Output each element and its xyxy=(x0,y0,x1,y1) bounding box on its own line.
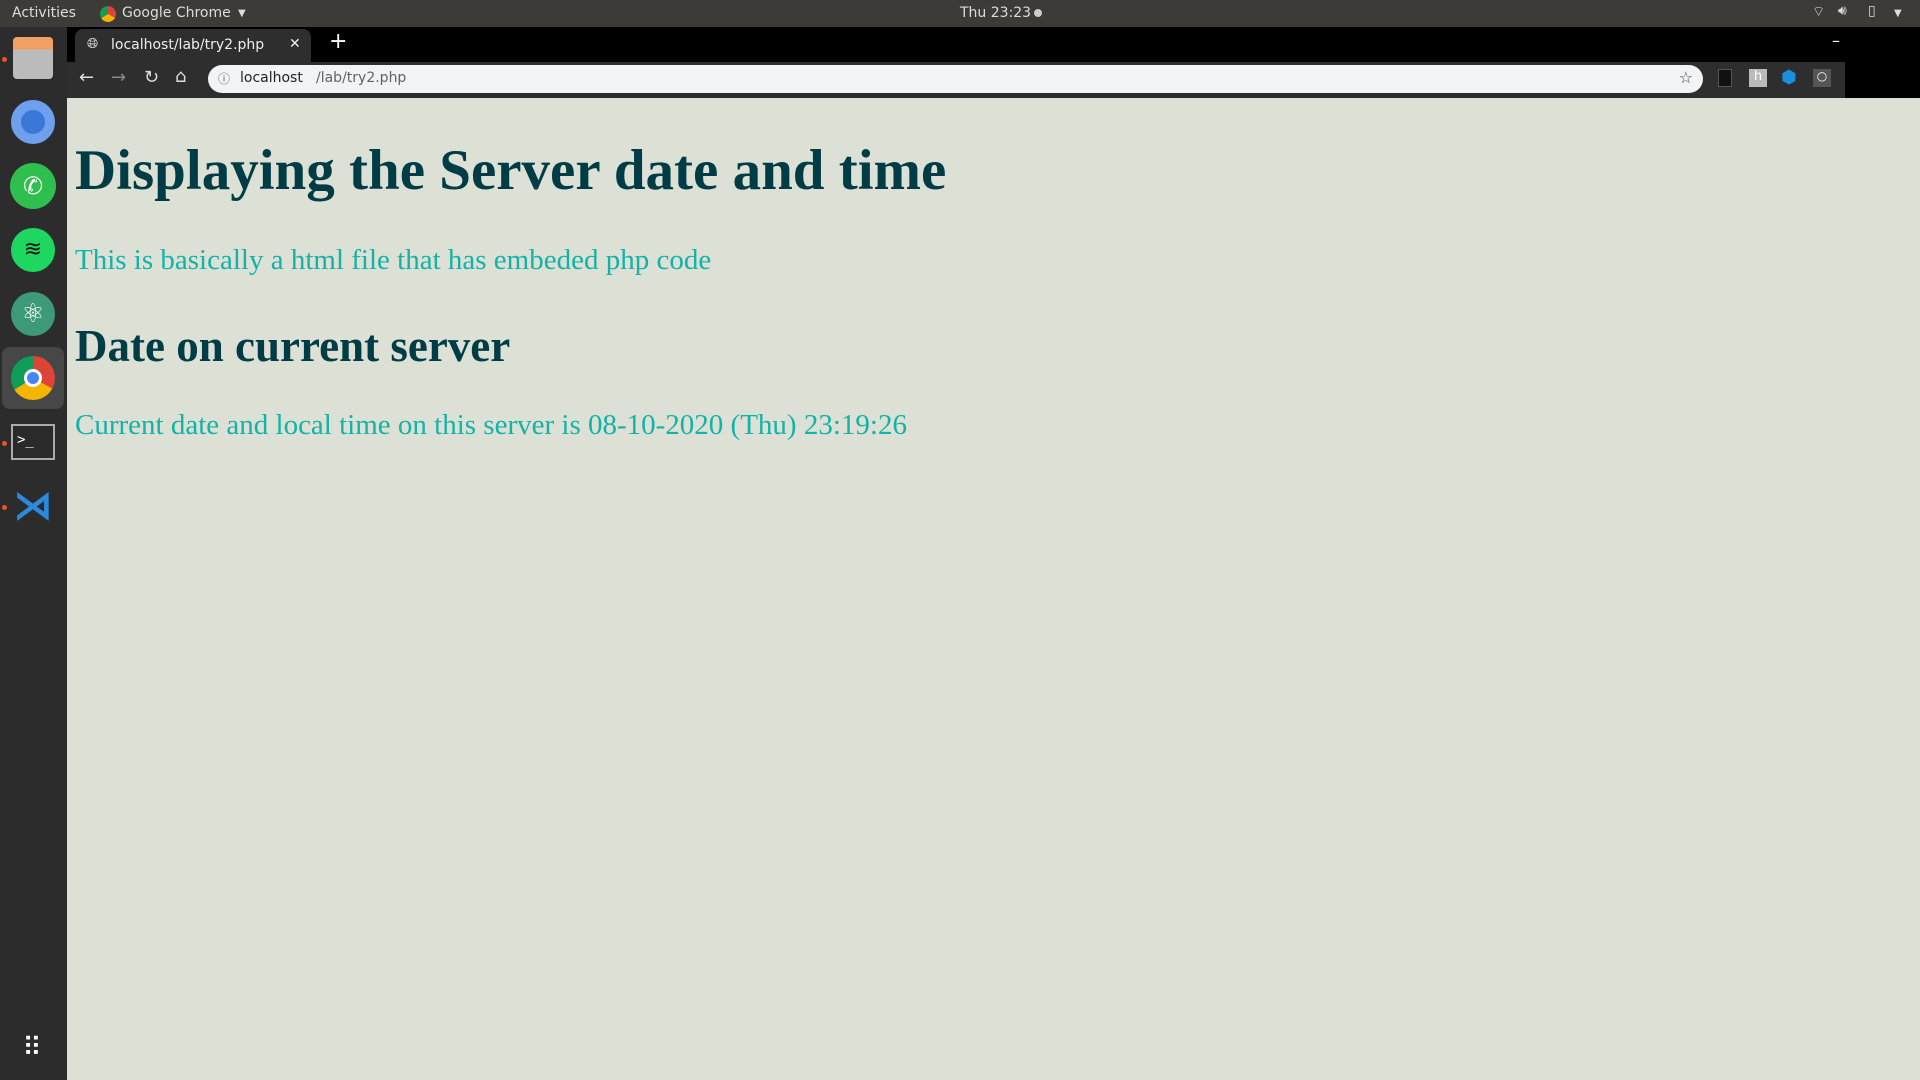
spotify-icon[interactable]: ≋ xyxy=(8,225,58,275)
whatsapp-icon[interactable]: ✆ xyxy=(8,161,58,211)
new-tab-button[interactable]: + xyxy=(329,29,347,54)
battery-icon[interactable]: ▯ xyxy=(1868,3,1876,19)
address-bar[interactable]: ⓘ localhost /lab/try2.php ☆ xyxy=(208,65,1703,93)
section-heading: Date on current server xyxy=(75,321,511,371)
globe-icon: 🌐︎ xyxy=(87,36,99,52)
google-chrome-icon[interactable] xyxy=(2,347,64,409)
clock[interactable]: Thu 23:23 xyxy=(960,5,1031,21)
app-menu[interactable]: Google Chrome xyxy=(122,5,231,21)
page-heading: Displaying the Server date and time xyxy=(75,139,947,202)
system-top-bar: Activities Google Chrome ▼ Thu 23:23 ⌔ 🔊… xyxy=(0,0,1920,27)
page-content: Displaying the Server date and time This… xyxy=(67,98,1920,1080)
terminal-icon[interactable]: >_ xyxy=(8,417,58,467)
browser-toolbar: ← → ↻ ⌂ ⓘ localhost /lab/try2.php ☆ h ⬢ … xyxy=(67,62,1845,98)
extension-bulb-icon[interactable]: ○ xyxy=(1813,69,1831,87)
show-applications-icon[interactable]: ⠿ xyxy=(8,1023,58,1073)
chevron-down-icon: ▼ xyxy=(238,8,246,19)
tab-strip: 🌐︎ localhost/lab/try2.php ✕ + – xyxy=(67,27,1920,62)
close-tab-icon[interactable]: ✕ xyxy=(289,36,301,52)
chrome-icon xyxy=(100,6,116,22)
forward-icon[interactable]: → xyxy=(111,67,126,88)
back-icon[interactable]: ← xyxy=(79,67,94,88)
vscode-icon[interactable]: ⋊ xyxy=(8,481,58,531)
intro-paragraph: This is basically a html file that has e… xyxy=(75,244,712,276)
reload-icon[interactable]: ↻ xyxy=(144,67,159,88)
files-icon[interactable] xyxy=(8,33,58,83)
home-icon[interactable]: ⌂ xyxy=(175,66,186,87)
dock: ✆ ≋ ⚛ >_ ⋊ ⠿ xyxy=(0,27,67,1080)
extension-cube-icon[interactable]: ⬢ xyxy=(1781,67,1797,88)
tab-active[interactable]: 🌐︎ localhost/lab/try2.php ✕ xyxy=(75,29,311,62)
activities-button[interactable]: Activities xyxy=(12,5,76,21)
wifi-icon[interactable]: ⌔ xyxy=(1812,3,1825,21)
minimize-button[interactable]: – xyxy=(1832,31,1840,50)
atom-icon[interactable]: ⚛ xyxy=(8,289,58,339)
server-date-paragraph: Current date and local time on this serv… xyxy=(75,409,907,441)
extension-h-icon[interactable]: h xyxy=(1749,69,1767,87)
url-host: localhost xyxy=(240,70,303,86)
tab-title: localhost/lab/try2.php xyxy=(111,37,265,53)
url-path: /lab/try2.php xyxy=(316,70,407,86)
system-menu-chevron-icon[interactable]: ▼ xyxy=(1894,8,1902,19)
extension-doc-icon[interactable] xyxy=(1718,69,1732,87)
bookmark-star-icon[interactable]: ☆ xyxy=(1679,68,1693,87)
chromium-icon[interactable] xyxy=(8,97,58,147)
notification-dot-icon xyxy=(1034,9,1042,17)
volume-icon[interactable]: 🔊︎ xyxy=(1838,3,1847,19)
info-icon[interactable]: ⓘ xyxy=(218,70,230,87)
